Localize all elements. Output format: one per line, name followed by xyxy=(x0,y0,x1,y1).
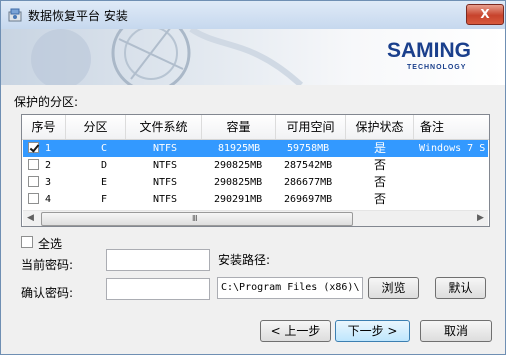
cancel-button[interactable]: 取消 xyxy=(420,320,492,342)
current-password-label: 当前密码: xyxy=(21,258,74,272)
cell-partition: F xyxy=(101,194,108,205)
partition-list[interactable]: 序号 分区 文件系统 容量 可用空间 保护状态 备注 1 C NTFS 8192… xyxy=(21,114,490,227)
table-row[interactable]: 4 F NTFS 290291MB 269697MB 否 xyxy=(23,191,488,208)
scroll-right-icon[interactable]: ▶ xyxy=(473,211,488,226)
cell-protection-status: 是 xyxy=(374,141,387,155)
cell-free-space: 59758MB xyxy=(287,143,330,154)
cell-capacity: 290825MB xyxy=(214,160,263,171)
cell-index: 3 xyxy=(45,177,52,188)
row-checkbox[interactable] xyxy=(28,159,39,170)
column-header-index[interactable]: 序号 xyxy=(22,115,66,139)
column-header-filesystem[interactable]: 文件系统 xyxy=(126,115,202,139)
close-button[interactable]: X xyxy=(466,4,504,25)
cell-capacity: 290825MB xyxy=(214,177,263,188)
cell-capacity: 290291MB xyxy=(214,194,263,205)
cell-filesystem: NTFS xyxy=(153,160,178,171)
default-button[interactable]: 默认 xyxy=(435,277,486,299)
cell-capacity: 81925MB xyxy=(218,143,261,154)
back-button[interactable]: < 上一步 xyxy=(260,320,331,342)
cell-notes: Windows 7 S xyxy=(419,143,486,154)
select-all-box[interactable] xyxy=(21,236,33,248)
cell-filesystem: NTFS xyxy=(153,194,178,205)
row-checkbox[interactable] xyxy=(28,142,39,153)
column-header-capacity[interactable]: 容量 xyxy=(202,115,276,139)
scroll-left-icon[interactable]: ◀ xyxy=(23,211,38,226)
list-header: 序号 分区 文件系统 容量 可用空间 保护状态 备注 xyxy=(22,115,489,140)
installer-app-icon xyxy=(8,8,22,22)
saming-logo: SAMING TECHNOLOGY xyxy=(387,39,495,79)
cell-protection-status: 否 xyxy=(374,158,387,172)
install-path-label: 安装路径: xyxy=(218,253,271,267)
cell-free-space: 286677MB xyxy=(284,177,333,188)
cell-filesystem: NTFS xyxy=(153,143,178,154)
cell-partition: C xyxy=(101,143,108,154)
confirm-password-label: 确认密码: xyxy=(21,286,74,300)
cell-index: 1 xyxy=(45,143,52,154)
scrollbar-thumb[interactable]: Ⅲ xyxy=(41,212,353,226)
column-header-partition[interactable]: 分区 xyxy=(66,115,126,139)
column-header-protection-status[interactable]: 保护状态 xyxy=(346,115,414,139)
cell-protection-status: 否 xyxy=(374,192,387,206)
column-header-free-space[interactable]: 可用空间 xyxy=(276,115,346,139)
cell-protection-status: 否 xyxy=(374,175,387,189)
install-path-input[interactable]: C:\Program Files (x86)\ xyxy=(217,277,363,299)
confirm-password-input[interactable] xyxy=(106,278,210,300)
cell-partition: D xyxy=(101,160,108,171)
browse-button[interactable]: 浏览 xyxy=(368,277,419,299)
protected-partitions-label: 保护的分区: xyxy=(14,95,79,109)
title-bar: 数据恢复平台 安装 X xyxy=(1,1,505,29)
row-checkbox[interactable] xyxy=(28,193,39,204)
current-password-input[interactable] xyxy=(106,249,210,271)
scrollbar-grip-icon: Ⅲ xyxy=(192,214,198,223)
cell-partition: E xyxy=(101,177,108,188)
banner-graphic xyxy=(31,29,304,85)
cell-filesystem: NTFS xyxy=(153,177,178,188)
horizontal-scrollbar[interactable]: ◀ Ⅲ ▶ xyxy=(23,210,488,226)
window-title: 数据恢复平台 安装 xyxy=(28,9,128,23)
next-button[interactable]: 下一步 > xyxy=(335,320,410,342)
table-row[interactable]: 2 D NTFS 290825MB 287542MB 否 xyxy=(23,157,488,174)
cell-index: 2 xyxy=(45,160,52,171)
column-header-notes[interactable]: 备注 xyxy=(414,115,489,139)
cell-free-space: 269697MB xyxy=(284,194,333,205)
cell-free-space: 287542MB xyxy=(284,160,333,171)
row-checkbox[interactable] xyxy=(28,176,39,187)
header-banner: SAMING TECHNOLOGY xyxy=(1,29,505,85)
select-all-label: 全选 xyxy=(38,237,63,251)
logo-main-text: SAMING xyxy=(387,39,471,62)
table-row[interactable]: 1 C NTFS 81925MB 59758MB 是 Windows 7 S xyxy=(23,140,488,157)
table-row[interactable]: 3 E NTFS 290825MB 286677MB 否 xyxy=(23,174,488,191)
cell-index: 4 xyxy=(45,194,52,205)
logo-sub-text: TECHNOLOGY xyxy=(407,64,467,71)
